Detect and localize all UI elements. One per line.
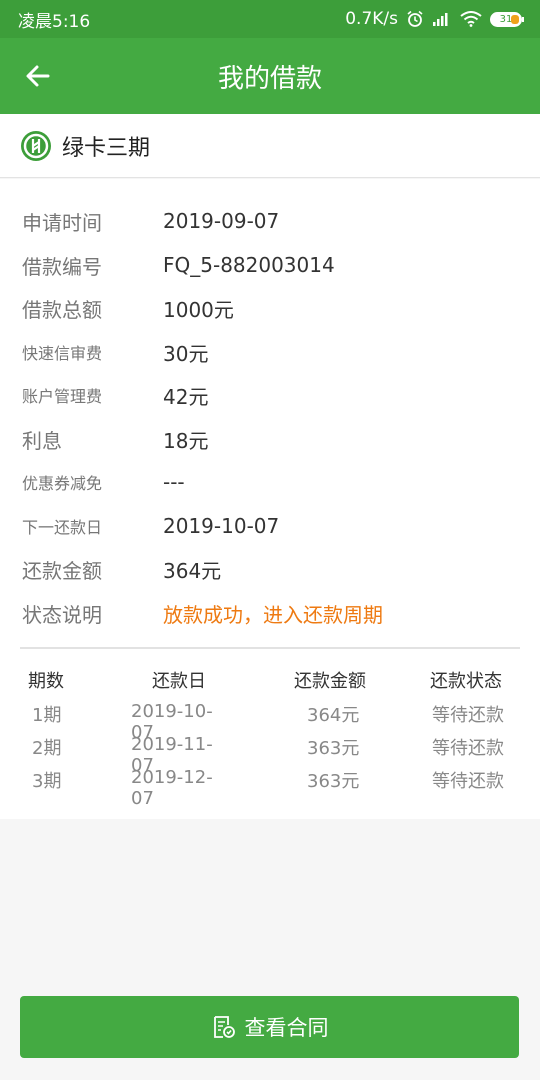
detail-label: 申请时间	[22, 210, 102, 235]
detail-row-loan-total: 借款总额 1000元	[0, 288, 540, 328]
detail-label: 借款总额	[22, 297, 102, 322]
status-icons: 0.7K/s 31	[345, 9, 524, 29]
table-row: 2期 2019-11-07 363元 等待还款	[0, 730, 540, 776]
product-name: 绿卡三期	[62, 135, 151, 161]
detail-label: 优惠券减免	[22, 474, 103, 493]
cell-due-date: 2019-12-07	[131, 767, 213, 809]
product-header: 绿卡三期	[0, 114, 540, 178]
divider	[20, 647, 520, 649]
detail-label: 账户管理费	[22, 387, 103, 406]
detail-label: 下一还款日	[22, 518, 103, 537]
detail-value: 42元	[163, 384, 209, 409]
detail-row-repay-amount: 还款金额 364元	[0, 549, 540, 589]
detail-row-status: 状态说明 放款成功，进入还款周期	[0, 593, 540, 633]
status-description: 放款成功，进入还款周期	[163, 602, 383, 627]
detail-value: 30元	[163, 341, 209, 366]
header-due-date: 还款日	[152, 671, 206, 692]
cell-amount: 364元	[307, 705, 360, 726]
arrow-left-icon[interactable]	[22, 60, 54, 92]
status-time: 凌晨5:16	[18, 11, 91, 32]
brand-logo-icon	[21, 130, 51, 161]
detail-row-loan-number: 借款编号 FQ_5-882003014	[0, 245, 540, 285]
table-row: 3期 2019-12-07 363元 等待还款	[0, 763, 540, 809]
contract-icon	[213, 1016, 235, 1038]
view-contract-button[interactable]: 查看合同	[20, 996, 519, 1058]
detail-row-account-fee: 账户管理费 42元	[0, 375, 540, 415]
table-row: 1期 2019-10-07 364元 等待还款	[0, 697, 540, 743]
app-bar: 我的借款	[0, 38, 540, 114]
cell-period: 1期	[32, 705, 62, 726]
cell-status: 等待还款	[432, 705, 504, 726]
battery-icon: 31	[490, 11, 524, 27]
loan-details-card: 申请时间 2019-09-07 借款编号 FQ_5-882003014 借款总额…	[0, 179, 540, 819]
cell-period: 3期	[32, 771, 62, 792]
detail-value: 2019-10-07	[163, 514, 280, 538]
detail-row-interest: 利息 18元	[0, 419, 540, 459]
detail-label: 利息	[22, 428, 62, 453]
header-period: 期数	[28, 671, 64, 692]
detail-value: FQ_5-882003014	[163, 253, 335, 277]
cell-period: 2期	[32, 738, 62, 759]
detail-label: 还款金额	[22, 558, 102, 583]
detail-value: 364元	[163, 558, 222, 583]
detail-label: 快速信审费	[22, 344, 103, 363]
view-contract-label: 查看合同	[244, 1016, 329, 1040]
schedule-header: 期数 还款日 还款金额 还款状态	[0, 663, 540, 693]
cell-status: 等待还款	[432, 738, 504, 759]
cell-amount: 363元	[307, 771, 360, 792]
cell-amount: 363元	[307, 738, 360, 759]
detail-row-next-due: 下一还款日 2019-10-07	[0, 506, 540, 546]
detail-row-review-fee: 快速信审费 30元	[0, 332, 540, 372]
wifi-icon	[460, 11, 482, 27]
page-title: 我的借款	[217, 63, 322, 94]
detail-value: 2019-09-07	[163, 209, 280, 233]
detail-value: 18元	[163, 428, 209, 453]
detail-value: ---	[163, 470, 185, 494]
cell-status: 等待还款	[432, 771, 504, 792]
detail-row-apply-time: 申请时间 2019-09-07	[0, 201, 540, 241]
detail-label: 借款编号	[22, 254, 102, 279]
status-bar: 凌晨5:16 0.7K/s 31	[0, 0, 540, 38]
detail-row-coupon: 优惠券减免 ---	[0, 462, 540, 502]
alarm-icon	[407, 10, 423, 27]
signal-icon	[433, 13, 448, 26]
header-amount: 还款金额	[294, 671, 366, 692]
detail-value: 1000元	[163, 297, 234, 322]
network-speed: 0.7K/s	[345, 9, 398, 29]
header-status: 还款状态	[430, 671, 502, 692]
detail-label: 状态说明	[22, 602, 102, 627]
